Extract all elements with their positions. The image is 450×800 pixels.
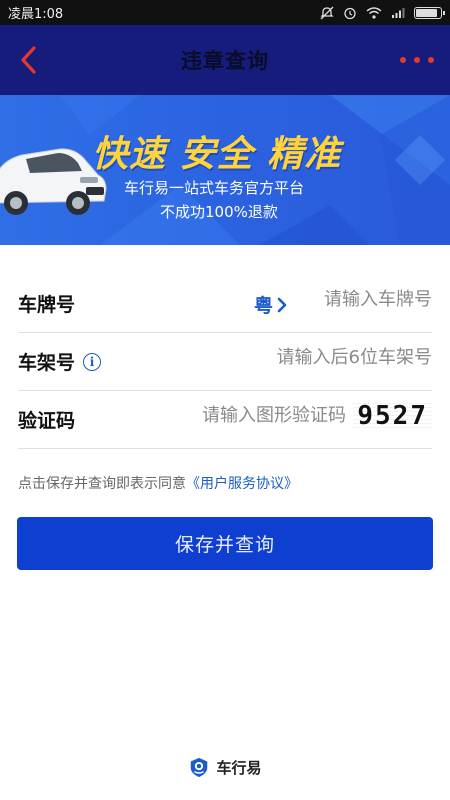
promo-banner[interactable]: 快速 安全 精准 车行易一站式车务官方平台 不成功100%退款 — [0, 95, 450, 245]
agreement-prefix: 点击保存并查询即表示同意 — [18, 476, 186, 492]
service-agreement-link[interactable]: 《用户服务协议》 — [186, 476, 298, 492]
frame-number-input[interactable] — [252, 347, 432, 368]
mute-icon — [320, 6, 334, 20]
banner-subline-2: 不成功100%退款 — [160, 203, 278, 221]
battery-icon — [414, 6, 445, 19]
agreement-text: 点击保存并查询即表示同意《用户服务协议》 — [18, 473, 298, 493]
wifi-icon — [366, 6, 382, 19]
chevron-right-icon — [277, 297, 287, 312]
alarm-icon — [343, 6, 357, 20]
nav-bar: 违章查询 — [0, 25, 450, 95]
chexingyi-logo-icon — [191, 757, 208, 778]
save-and-query-button[interactable]: 保存并查询 — [17, 517, 433, 570]
captcha-label: 验证码 — [18, 410, 76, 432]
footer-brand: 车行易 — [0, 756, 450, 778]
footer-brand-name: 车行易 — [216, 758, 262, 777]
province-value: 粤 — [254, 295, 274, 317]
frame-row: 车架号 i — [18, 333, 432, 391]
captcha-image[interactable]: 9527 — [353, 401, 432, 431]
info-icon[interactable]: i — [83, 352, 102, 371]
status-bar: 凌晨1:08 — [0, 0, 450, 25]
captcha-row: 验证码 9527 — [18, 391, 432, 449]
chevron-left-icon[interactable] — [14, 43, 42, 77]
frame-label: 车架号 — [18, 352, 76, 374]
plate-row: 车牌号 粤 — [18, 275, 432, 333]
banner-headline: 快速 安全 精准 — [92, 134, 342, 175]
province-selector[interactable]: 粤 — [254, 291, 288, 318]
captcha-input[interactable] — [176, 405, 346, 426]
plate-input[interactable] — [292, 289, 432, 310]
banner-subline-1: 车行易一站式车务官方平台 — [124, 179, 305, 197]
plate-label: 车牌号 — [18, 294, 76, 316]
violation-query-form: 车牌号 粤 车架号 i 验证码 9527 — [18, 275, 432, 449]
page-title: 违章查询 — [181, 49, 269, 73]
signal-icon — [391, 7, 405, 19]
more-dots-icon[interactable] — [400, 50, 434, 70]
status-icons — [320, 6, 445, 20]
status-time: 凌晨1:08 — [8, 7, 64, 22]
